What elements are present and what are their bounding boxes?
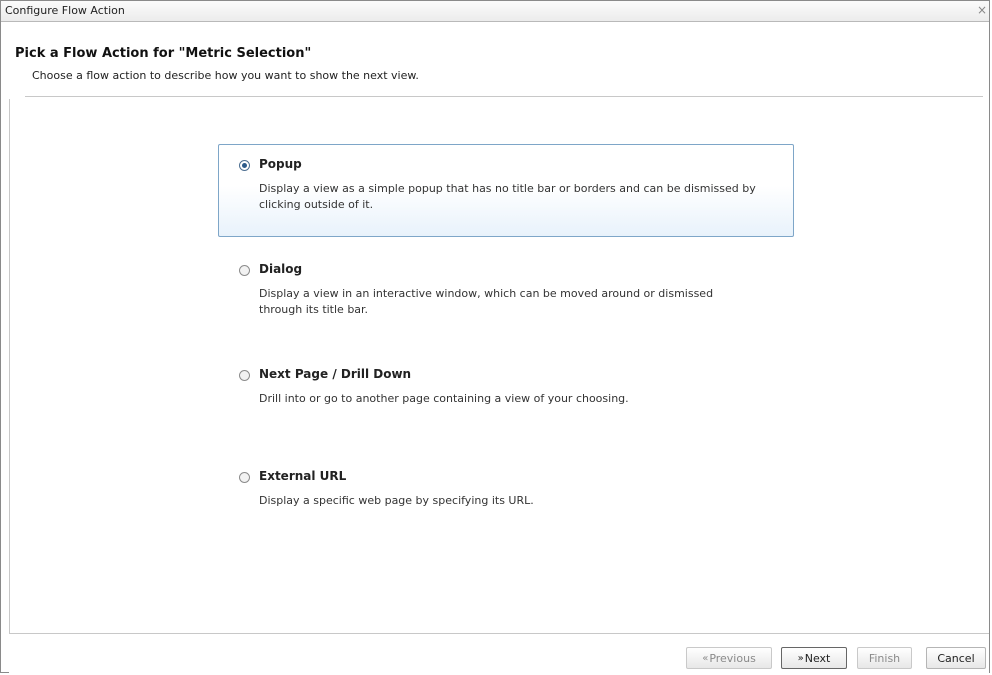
- page-title: Pick a Flow Action for "Metric Selection…: [15, 46, 312, 61]
- option-external-url[interactable]: External URL Display a specific web page…: [218, 456, 794, 516]
- cancel-button[interactable]: Cancel: [926, 647, 986, 669]
- option-next-page-description: Drill into or go to another page contain…: [259, 392, 629, 405]
- previous-button[interactable]: « Previous: [686, 647, 772, 669]
- content-left-border: [9, 99, 10, 634]
- previous-arrow-icon: «: [702, 652, 709, 664]
- next-button[interactable]: » Next: [781, 647, 847, 669]
- wizard-footer: « Previous » Next Finish Cancel: [9, 633, 989, 674]
- page-header: Pick a Flow Action for "Metric Selection…: [1, 21, 989, 99]
- radio-dialog[interactable]: [239, 265, 250, 276]
- configure-flow-action-dialog: Configure Flow Action × Pick a Flow Acti…: [0, 0, 990, 674]
- option-external-url-label: External URL: [259, 469, 347, 483]
- radio-popup[interactable]: [239, 160, 250, 171]
- option-external-url-description: Display a specific web page by specifyin…: [259, 494, 534, 507]
- option-next-page-label: Next Page / Drill Down: [259, 367, 412, 381]
- page-subtitle: Choose a flow action to describe how you…: [32, 69, 419, 82]
- option-popup-description: Display a view as a simple popup that ha…: [259, 182, 756, 211]
- header-divider: [25, 96, 983, 97]
- close-icon[interactable]: ×: [977, 3, 987, 17]
- option-next-page-drill-down[interactable]: Next Page / Drill Down Drill into or go …: [218, 354, 794, 414]
- option-dialog-label: Dialog: [259, 262, 303, 276]
- option-dialog-description: Display a view in an interactive window,…: [259, 287, 714, 316]
- title-bar: Configure Flow Action ×: [1, 1, 989, 22]
- previous-button-label: Previous: [709, 651, 756, 665]
- finish-button-label: Finish: [868, 651, 901, 665]
- radio-external-url[interactable]: [239, 472, 250, 483]
- option-popup[interactable]: Popup Display a view as a simple popup t…: [218, 144, 794, 237]
- next-arrow-icon: »: [797, 652, 804, 664]
- option-popup-label: Popup: [259, 157, 302, 171]
- window-title: Configure Flow Action: [5, 4, 125, 17]
- radio-next-page-drill-down[interactable]: [239, 370, 250, 381]
- next-button-label: Next: [804, 651, 831, 665]
- option-dialog[interactable]: Dialog Display a view in an interactive …: [218, 249, 794, 329]
- finish-button[interactable]: Finish: [857, 647, 912, 669]
- cancel-button-label: Cancel: [937, 651, 975, 665]
